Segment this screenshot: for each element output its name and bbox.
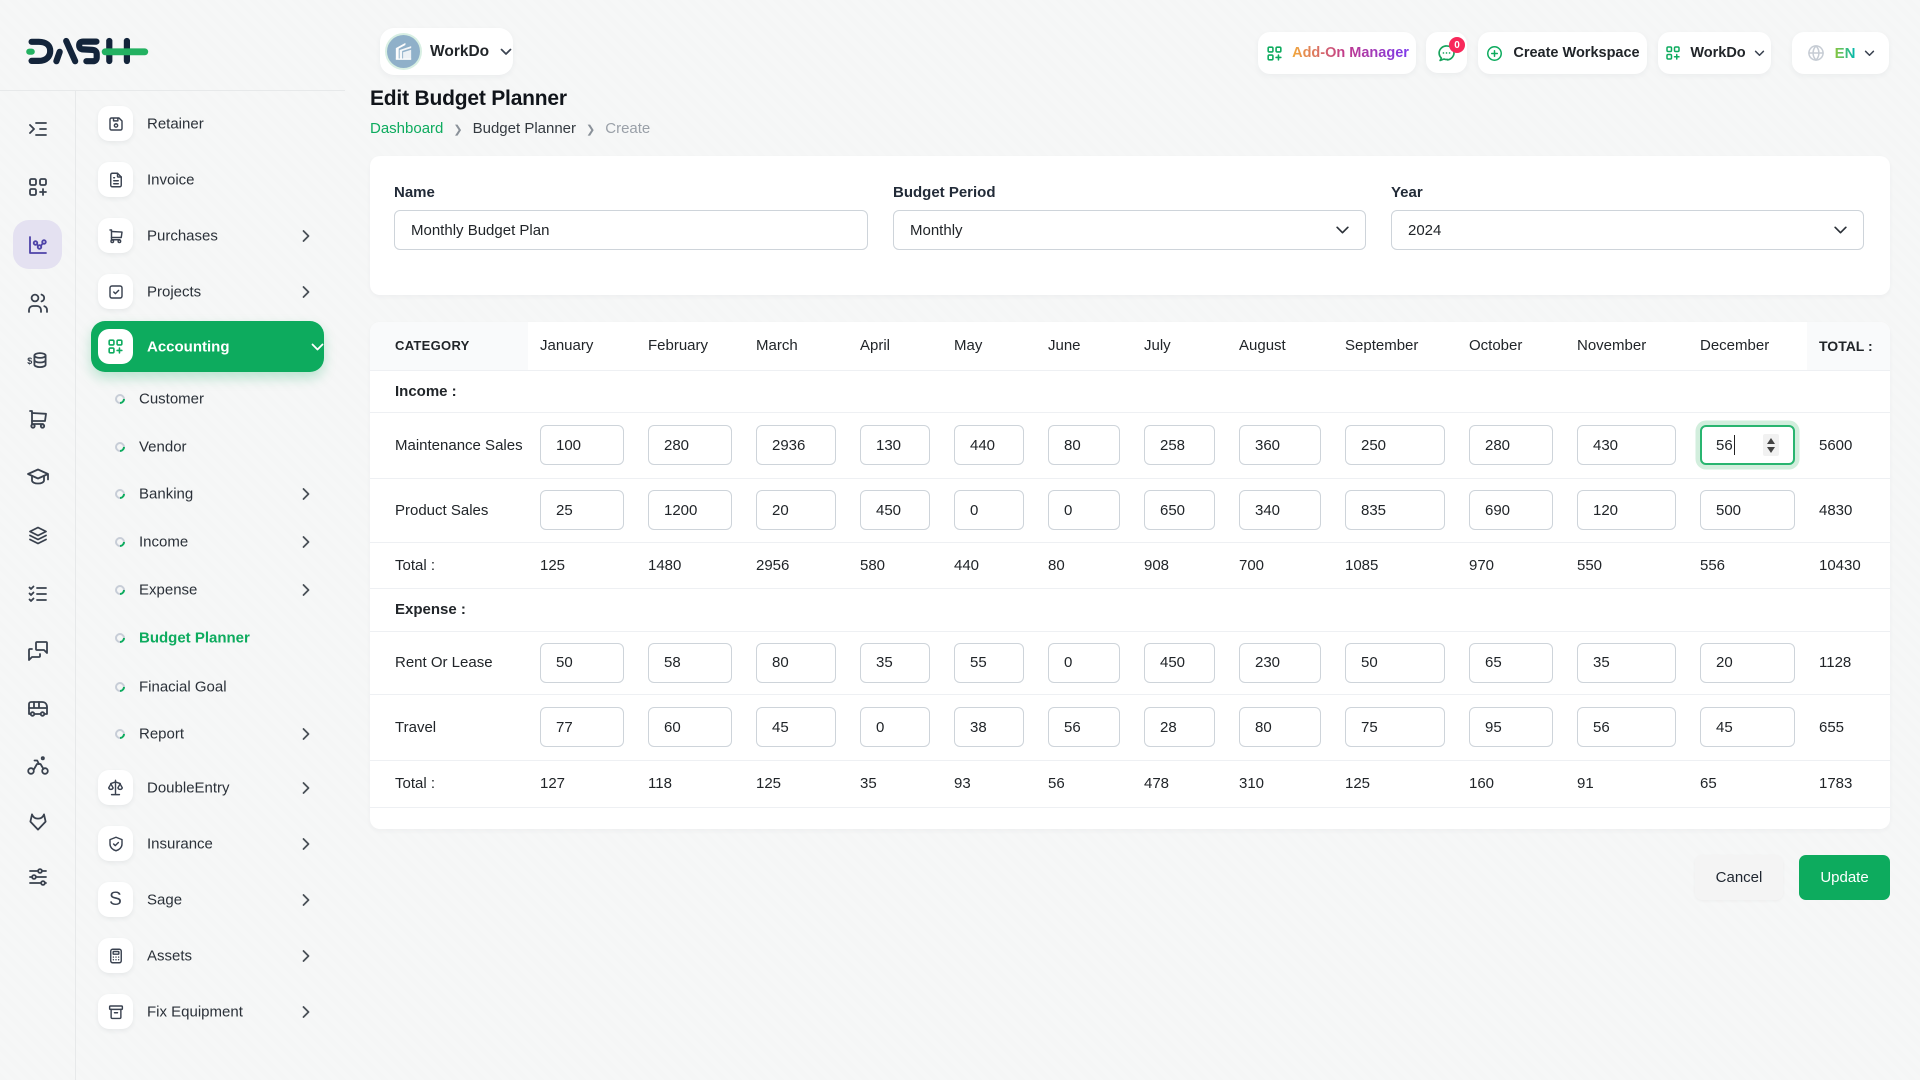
svg-text:$: $	[27, 356, 32, 366]
